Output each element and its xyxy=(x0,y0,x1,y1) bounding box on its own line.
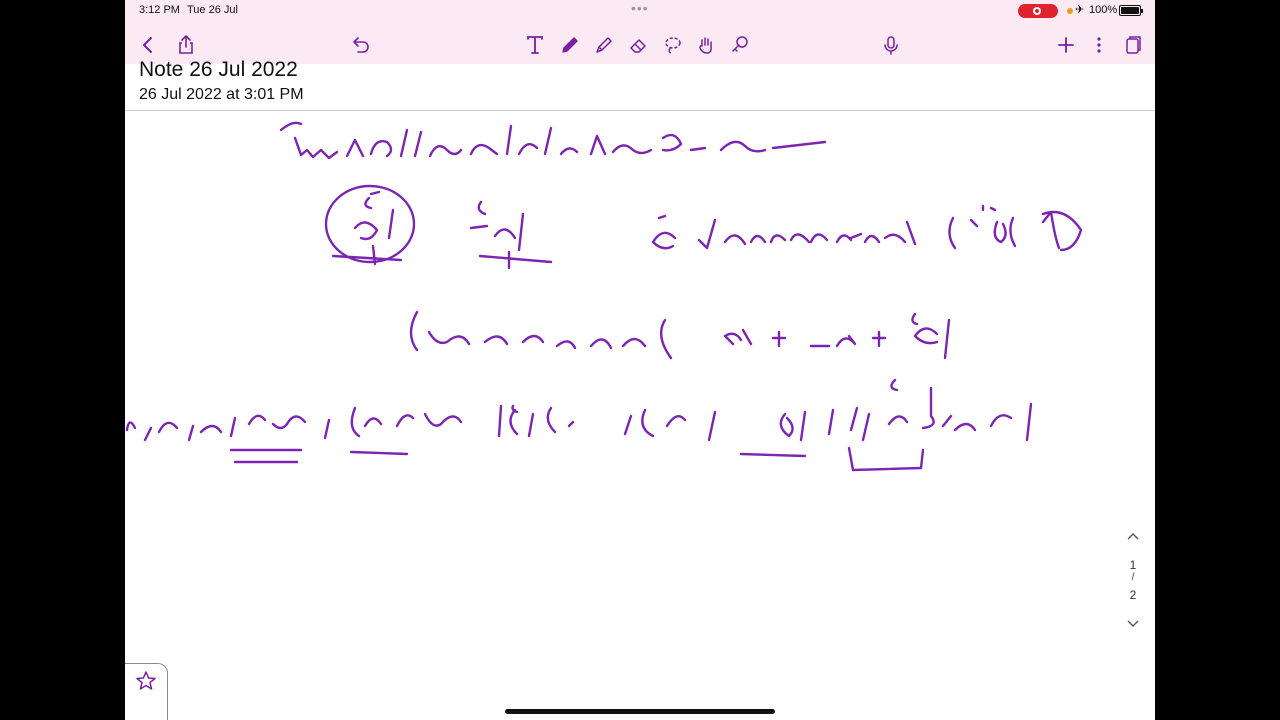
handwritten-ink xyxy=(125,121,1083,472)
battery-percent: 100% xyxy=(1089,4,1118,16)
more-icon[interactable] xyxy=(1086,32,1112,58)
status-date: Tue 26 Jul xyxy=(187,4,238,16)
favorite-tab[interactable] xyxy=(125,663,168,720)
page-down-chevron-icon[interactable] xyxy=(1121,616,1145,632)
note-header: Note 26 Jul 2022 26 Jul 2022 at 3:01 PM xyxy=(125,58,1155,111)
note-title[interactable]: Note 26 Jul 2022 xyxy=(139,58,298,82)
microphone-icon[interactable] xyxy=(878,32,904,58)
top-bar: 3:12 PM Tue 26 Jul ••• ✈ 100% xyxy=(125,0,1155,64)
highlighter-tool-icon[interactable] xyxy=(591,32,617,58)
page-current: 1 xyxy=(1129,558,1137,572)
page-separator: / xyxy=(1131,572,1135,583)
back-chevron-icon[interactable] xyxy=(135,32,161,58)
lasso-tool-icon[interactable] xyxy=(660,32,686,58)
note-canvas[interactable] xyxy=(125,110,1155,720)
shape-tool-icon[interactable] xyxy=(727,32,753,58)
note-date: 26 Jul 2022 at 3:01 PM xyxy=(139,86,304,103)
hand-tool-icon[interactable] xyxy=(693,32,719,58)
page-up-chevron-icon[interactable] xyxy=(1121,528,1145,544)
status-time: 3:12 PM xyxy=(139,4,180,16)
add-icon[interactable] xyxy=(1053,32,1079,58)
eraser-tool-icon[interactable] xyxy=(625,32,651,58)
pen-tool-icon[interactable] xyxy=(557,32,583,58)
battery-icon xyxy=(1119,5,1143,16)
ipad-screen: 3:12 PM Tue 26 Jul ••• ✈ 100% Note 26 Ju… xyxy=(125,0,1155,720)
screen-recording-icon[interactable] xyxy=(1018,4,1058,18)
text-tool-icon[interactable] xyxy=(522,32,548,58)
undo-icon[interactable] xyxy=(347,32,373,58)
home-indicator[interactable] xyxy=(505,709,775,714)
share-icon[interactable] xyxy=(173,32,199,58)
pages-icon[interactable] xyxy=(1119,32,1145,58)
airplane-mode-icon: ✈ xyxy=(1075,4,1085,16)
page-total: 2 xyxy=(1129,588,1137,602)
star-icon xyxy=(136,671,156,690)
multitasking-dots-icon[interactable]: ••• xyxy=(631,0,649,16)
page-navigator: 1 / 2 xyxy=(1121,528,1145,634)
mic-indicator-icon xyxy=(1067,8,1073,14)
